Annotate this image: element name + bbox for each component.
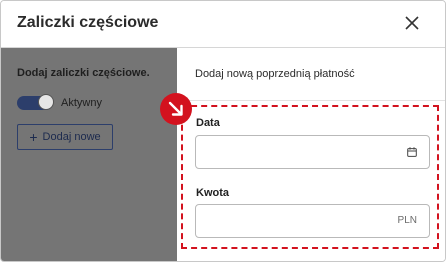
- add-new-button[interactable]: + Dodaj nowe: [17, 124, 113, 150]
- toggle-knob: [38, 94, 54, 110]
- active-toggle-label: Aktywny: [61, 97, 102, 109]
- active-toggle[interactable]: [17, 94, 54, 110]
- plus-icon: +: [29, 129, 38, 145]
- dialog-title: Zaliczki częściowe: [17, 14, 159, 31]
- dialog-header: Zaliczki częściowe: [1, 1, 445, 48]
- left-panel-overlay: Dodaj zaliczki częściowe. Aktywny + Doda…: [1, 48, 177, 261]
- panel-divider: [177, 100, 445, 101]
- highlight-box: [181, 105, 439, 249]
- section-subtitle: Dodaj zaliczki częściowe.: [17, 67, 150, 79]
- dialog: Zaliczki częściowe Dodaj zaliczki części…: [0, 0, 446, 262]
- add-new-button-label: Dodaj nowe: [42, 131, 101, 143]
- active-toggle-row: Aktywny: [17, 94, 102, 110]
- panel-heading: Dodaj nową poprzednią płatność: [195, 68, 355, 80]
- arrow-down-right-icon: [160, 93, 192, 125]
- close-icon[interactable]: [402, 13, 422, 33]
